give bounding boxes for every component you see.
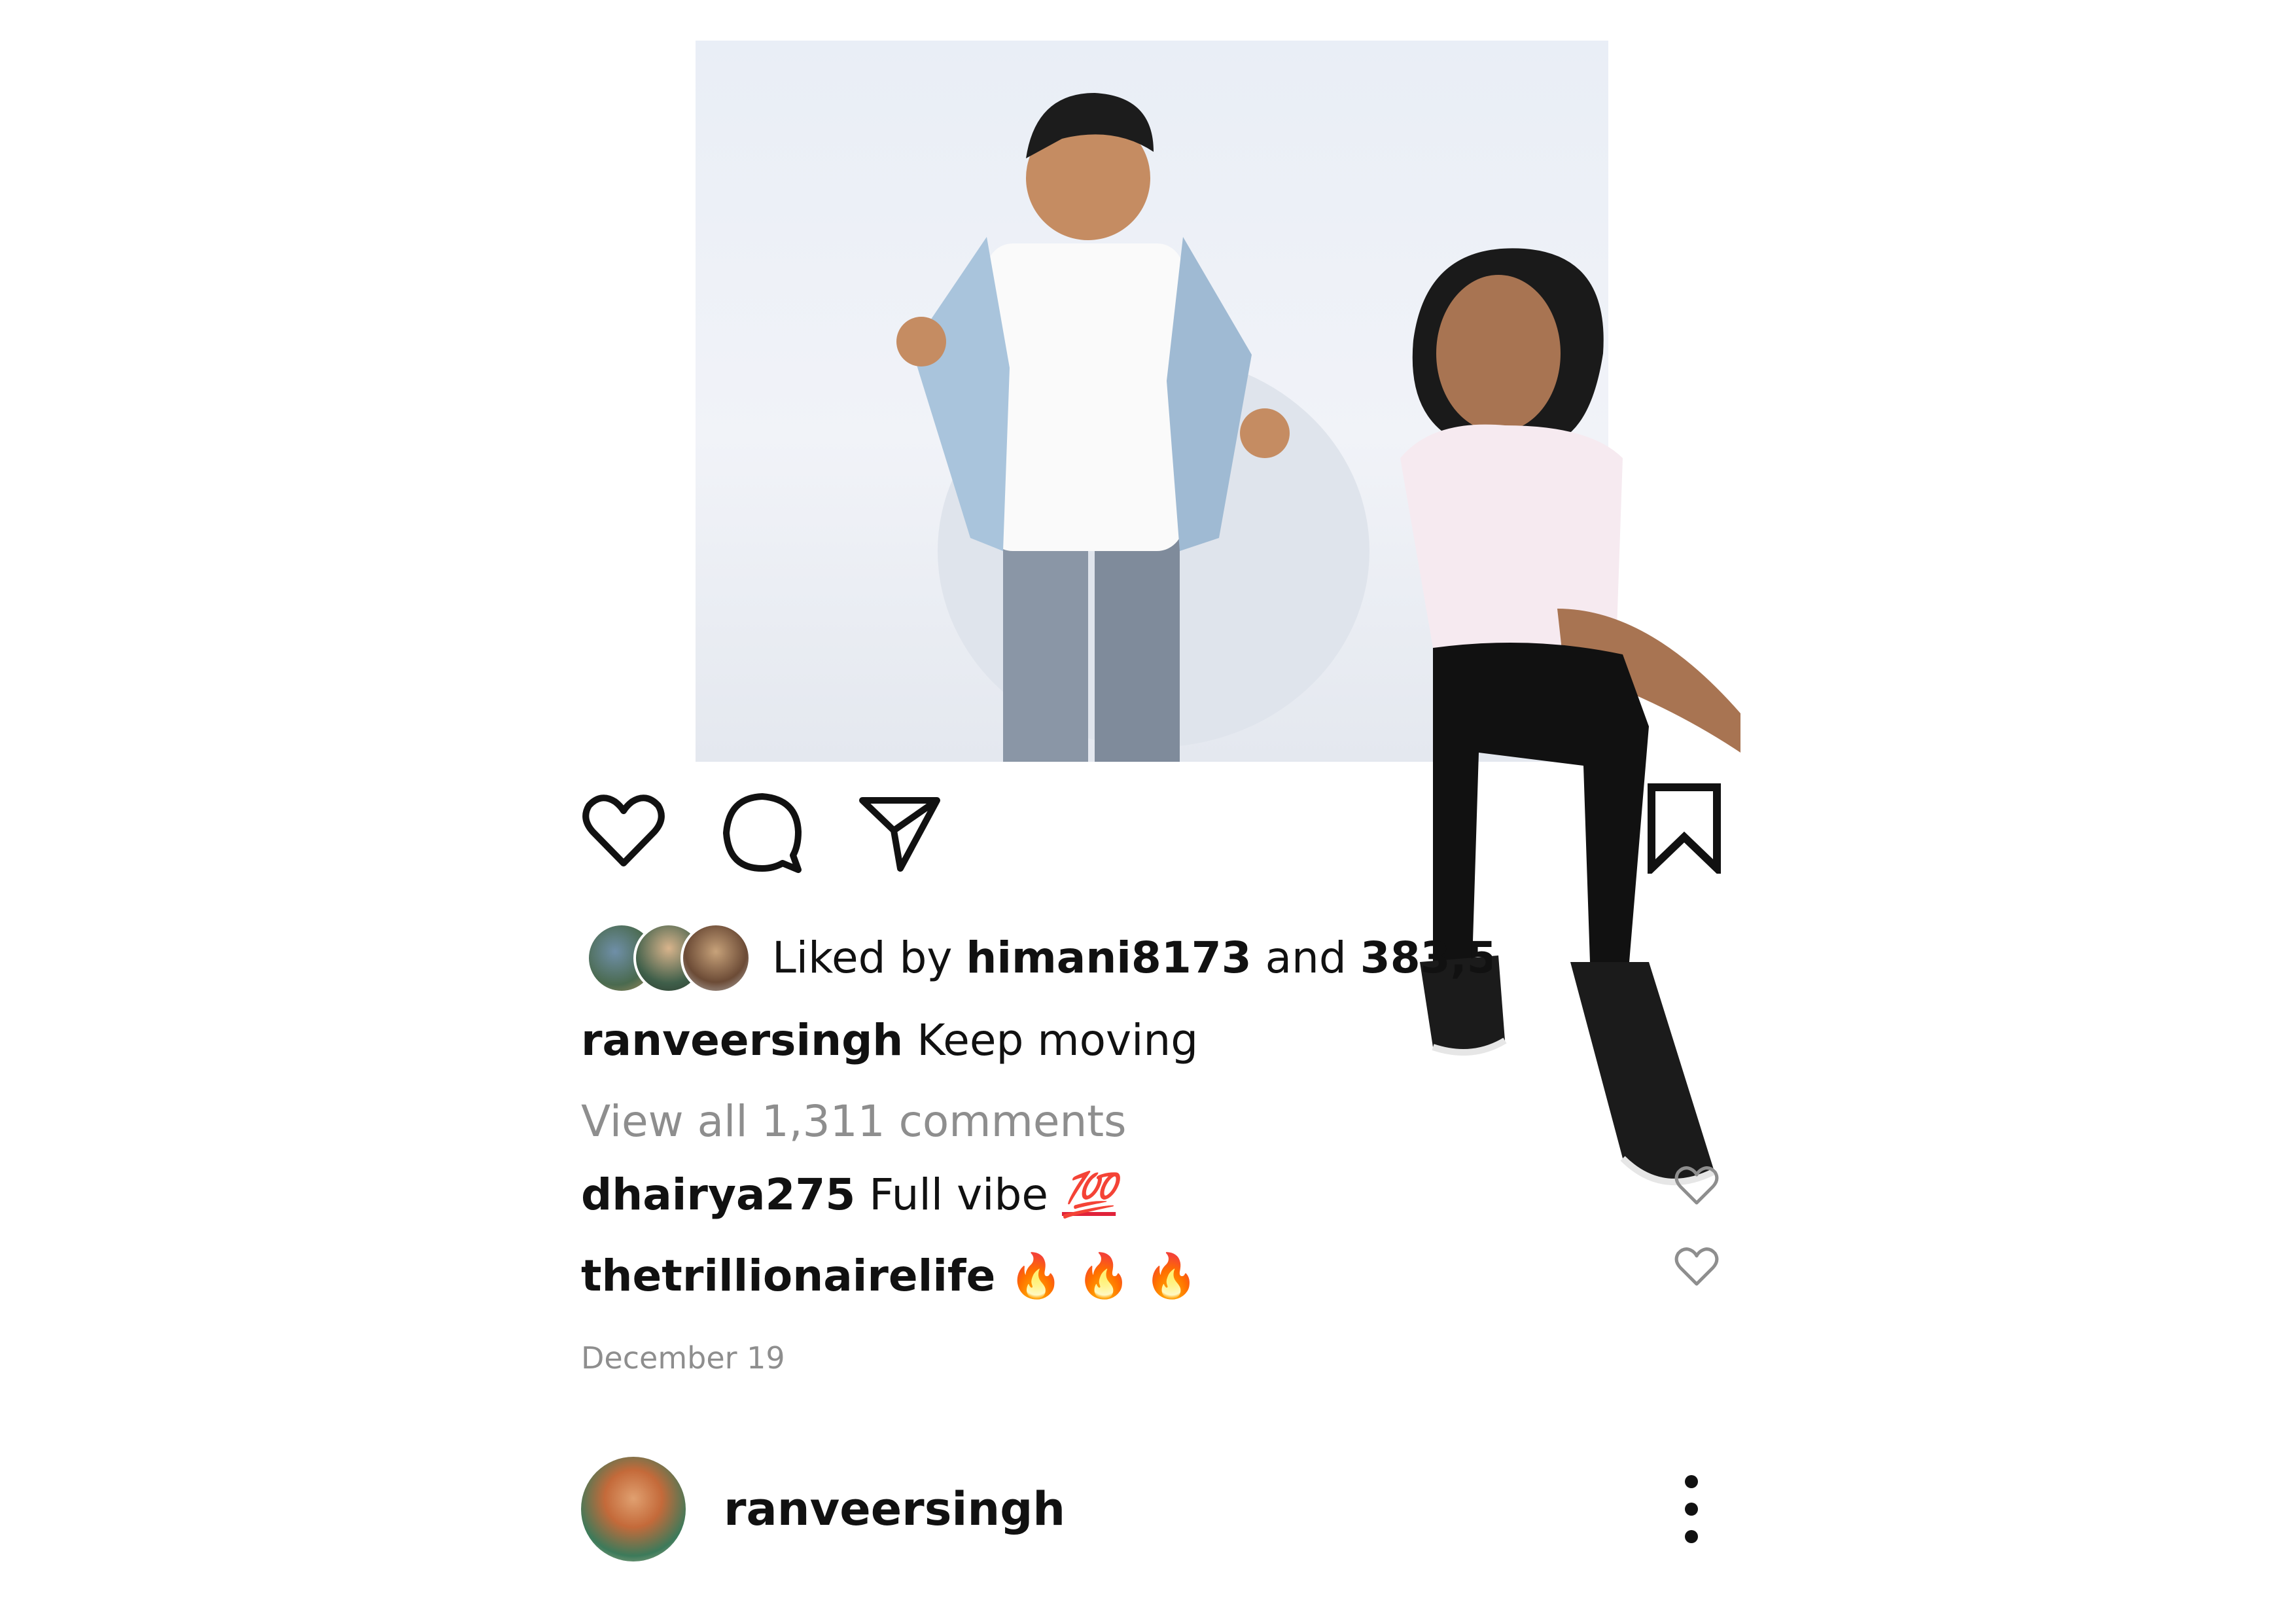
paper-plane-icon [859,797,940,872]
vertical-dots-icon [1685,1475,1698,1543]
caption-username-link[interactable]: ranveersingh [581,1015,903,1065]
liked-by-prefix: Liked by [772,933,953,983]
heart-icon [582,794,665,866]
hundred-emoji: 💯 [1061,1169,1116,1220]
comment-username-link[interactable]: dhairya275 [581,1169,855,1220]
caption: ranveersingh Keep moving [581,1008,1198,1073]
comment-item: dhairya275 Full vibe 💯 [581,1162,1116,1228]
author-username-link[interactable]: ranveersingh [724,1476,1065,1542]
overlay-figure-cutout [1374,242,1780,1270]
liked-by-text[interactable]: Liked by himani8173 and 383,545 ot [772,925,1492,991]
more-options-button[interactable] [1669,1470,1714,1548]
caption-text: Keep moving [917,1015,1199,1065]
author-avatar[interactable] [581,1457,686,1561]
comment-username-link[interactable]: thetrillionairelife [581,1251,995,1301]
comment-like-button[interactable] [1674,1245,1720,1291]
share-button[interactable] [857,790,942,875]
avatar [680,923,751,993]
comment-item: thetrillionairelife 🔥 🔥 🔥 [581,1243,1198,1309]
liked-by-and: and [1265,933,1347,983]
bookmark-icon [1648,783,1721,878]
save-button[interactable] [1645,782,1723,878]
comment-text: Full vibe [869,1169,1048,1220]
post-date: December 19 [581,1340,785,1376]
like-button[interactable] [581,790,666,875]
small-heart-icon [1674,1247,1719,1286]
comment-like-button[interactable] [1674,1164,1720,1209]
likes-count[interactable]: 383,545 [1360,933,1492,983]
comment-button[interactable] [720,790,805,875]
fire-emoji: 🔥 🔥 🔥 [1009,1251,1198,1301]
view-all-comments-link[interactable]: View all 1,311 comments [581,1089,1127,1154]
liked-by-user-link[interactable]: himani8173 [966,933,1251,983]
liker-avatars[interactable] [586,923,751,993]
small-heart-icon [1674,1166,1719,1205]
comment-bubble-icon [723,793,802,873]
